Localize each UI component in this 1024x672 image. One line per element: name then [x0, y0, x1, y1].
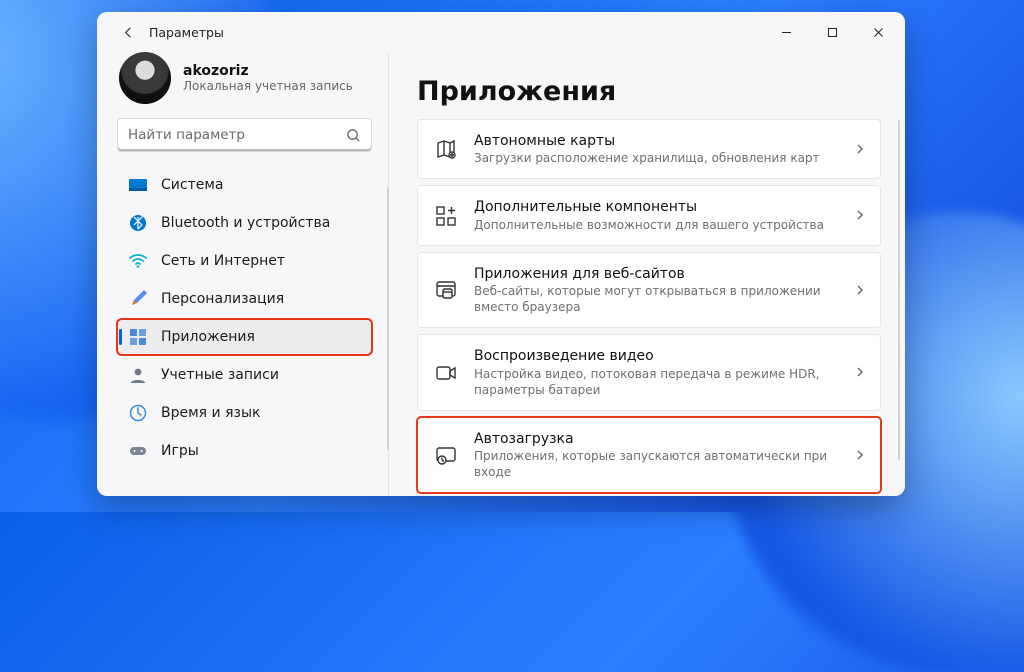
- sidebar-item-label: Персонализация: [161, 291, 284, 307]
- sidebar-item-bluetooth[interactable]: Bluetooth и устройства: [117, 205, 372, 241]
- settings-window: Параметры akozoriz Локальная учетная зап…: [97, 12, 905, 496]
- sidebar: akozoriz Локальная учетная запись Систем…: [97, 52, 389, 496]
- window-title: Параметры: [149, 25, 224, 40]
- search-input[interactable]: [128, 127, 346, 143]
- sidebar-item-label: Учетные записи: [161, 367, 279, 383]
- card-offline-maps[interactable]: Автономные карты Загрузки расположение х…: [417, 119, 881, 179]
- card-title: Автозагрузка: [474, 430, 838, 448]
- gamepad-icon: [129, 442, 147, 460]
- minimize-button[interactable]: [763, 16, 809, 48]
- grid-plus-icon: [434, 204, 458, 228]
- chevron-right-icon: [854, 140, 866, 159]
- chevron-right-icon: [854, 446, 866, 465]
- back-button[interactable]: [111, 15, 145, 49]
- sidebar-item-label: Время и язык: [161, 405, 260, 421]
- paintbrush-icon: [129, 290, 147, 308]
- sidebar-item-label: Сеть и Интернет: [161, 253, 285, 269]
- video-icon: [434, 361, 458, 385]
- titlebar: Параметры: [97, 12, 905, 52]
- chevron-right-icon: [854, 206, 866, 225]
- bluetooth-icon: [129, 214, 147, 232]
- wifi-icon: [129, 252, 147, 270]
- sidebar-item-personalization[interactable]: Персонализация: [117, 281, 372, 317]
- card-title: Приложения для веб-сайтов: [474, 265, 838, 283]
- user-block[interactable]: akozoriz Локальная учетная запись: [119, 52, 378, 104]
- card-subtitle: Веб-сайты, которые могут открываться в п…: [474, 283, 838, 315]
- settings-cards: Автономные карты Загрузки расположение х…: [417, 119, 881, 493]
- sidebar-item-label: Bluetooth и устройства: [161, 215, 330, 231]
- card-title: Дополнительные компоненты: [474, 198, 838, 216]
- startup-icon: [434, 443, 458, 467]
- card-title: Автономные карты: [474, 132, 838, 150]
- sidebar-item-system[interactable]: Система: [117, 167, 372, 203]
- user-account-type: Локальная учетная запись: [183, 79, 353, 93]
- avatar: [119, 52, 171, 104]
- card-startup[interactable]: Автозагрузка Приложения, которые запуска…: [417, 417, 881, 494]
- card-title: Воспроизведение видео: [474, 347, 838, 365]
- close-button[interactable]: [855, 16, 901, 48]
- search-box[interactable]: [117, 118, 372, 152]
- sidebar-item-accounts[interactable]: Учетные записи: [117, 357, 372, 393]
- user-name: akozoriz: [183, 63, 353, 79]
- monitor-icon: [129, 176, 147, 194]
- card-subtitle: Дополнительные возможности для вашего ус…: [474, 217, 838, 233]
- card-subtitle: Настройка видео, потоковая передача в ре…: [474, 366, 838, 398]
- card-apps-for-websites[interactable]: Приложения для веб-сайтов Веб-сайты, кот…: [417, 252, 881, 329]
- map-icon: [434, 137, 458, 161]
- sidebar-item-apps[interactable]: Приложения: [117, 319, 372, 355]
- sidebar-nav: Система Bluetooth и устройства Сеть и Ин…: [115, 166, 378, 470]
- card-video-playback[interactable]: Воспроизведение видео Настройка видео, п…: [417, 334, 881, 411]
- card-optional-features[interactable]: Дополнительные компоненты Дополнительные…: [417, 185, 881, 245]
- page-title: Приложения: [417, 76, 881, 107]
- website-app-icon: [434, 278, 458, 302]
- apps-icon: [129, 328, 147, 346]
- clock-globe-icon: [129, 404, 147, 422]
- main-content: Приложения Автономные карты Загрузки рас…: [389, 52, 905, 496]
- sidebar-item-label: Система: [161, 177, 223, 193]
- sidebar-item-network[interactable]: Сеть и Интернет: [117, 243, 372, 279]
- chevron-right-icon: [854, 281, 866, 300]
- chevron-right-icon: [854, 363, 866, 382]
- card-subtitle: Загрузки расположение хранилища, обновле…: [474, 150, 838, 166]
- card-subtitle: Приложения, которые запускаются автомати…: [474, 448, 838, 480]
- search-icon: [346, 128, 361, 143]
- sidebar-item-gaming[interactable]: Игры: [117, 433, 372, 469]
- window-controls: [763, 16, 901, 48]
- maximize-button[interactable]: [809, 16, 855, 48]
- sidebar-item-label: Игры: [161, 443, 199, 459]
- person-icon: [129, 366, 147, 384]
- sidebar-item-time-language[interactable]: Время и язык: [117, 395, 372, 431]
- sidebar-item-label: Приложения: [161, 329, 255, 345]
